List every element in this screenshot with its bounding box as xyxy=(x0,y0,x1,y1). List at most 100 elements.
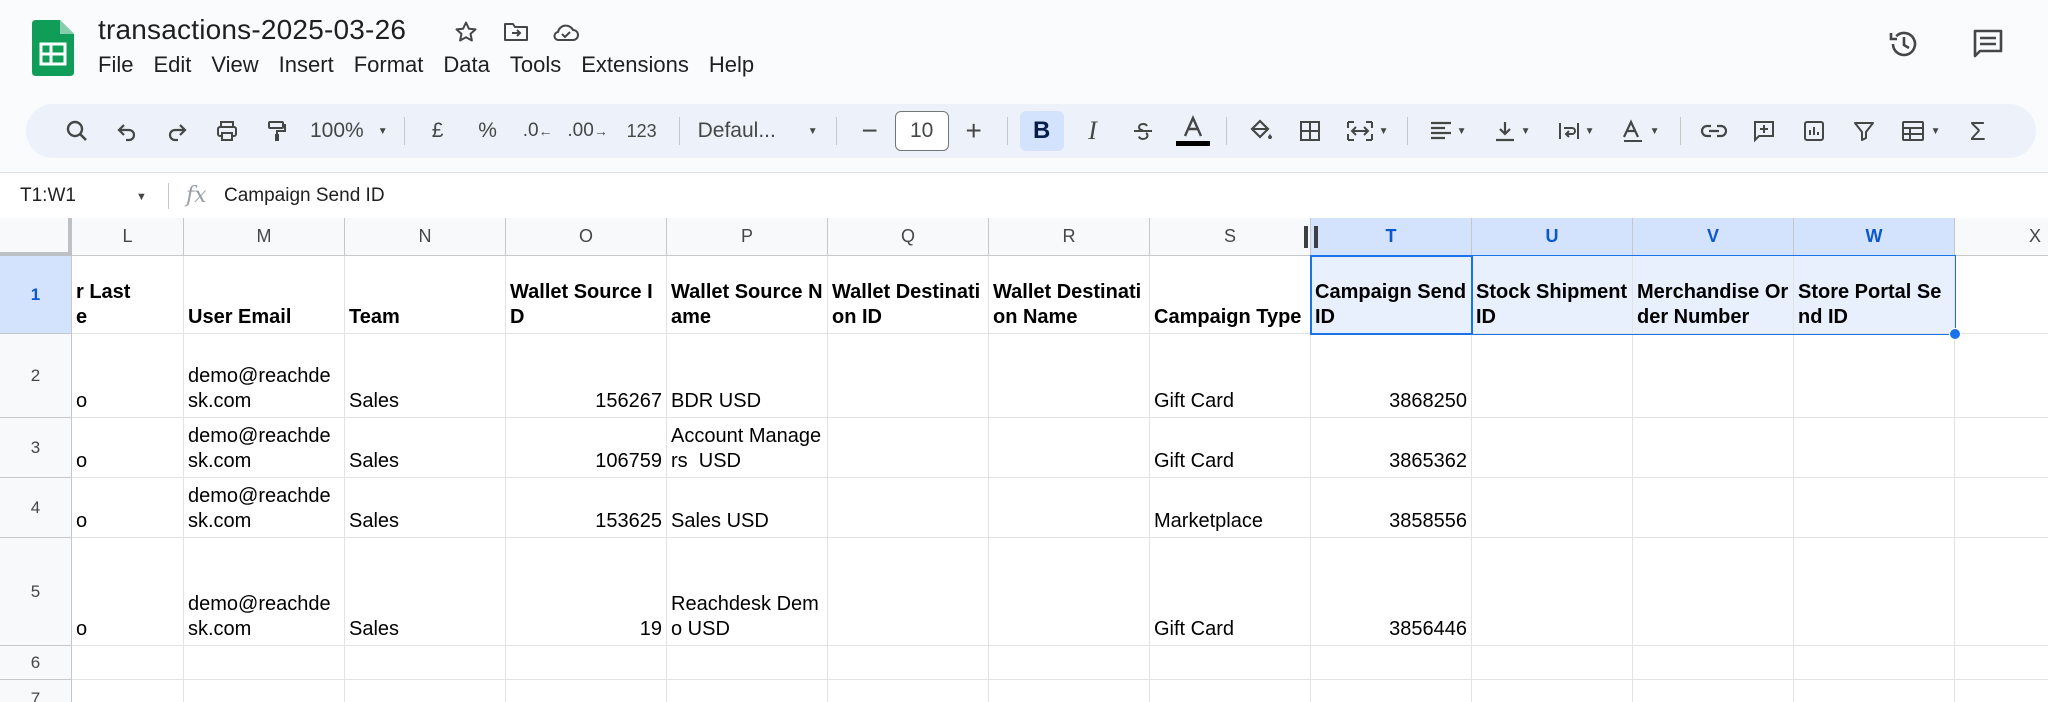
cell-p6[interactable] xyxy=(667,646,828,680)
cell-x5[interactable] xyxy=(1955,538,2048,646)
horizontal-align-icon[interactable]: ▼ xyxy=(1420,111,1476,151)
cell-n7[interactable] xyxy=(345,680,506,702)
cell-t5[interactable]: 3856446 xyxy=(1311,538,1472,646)
cell-w5[interactable] xyxy=(1794,538,1955,646)
column-header-w[interactable]: W xyxy=(1794,218,1955,256)
cloud-saved-icon[interactable] xyxy=(552,18,580,46)
cell-m6[interactable] xyxy=(184,646,345,680)
row-header-7[interactable]: 7 xyxy=(0,680,72,702)
search-menus-icon[interactable] xyxy=(56,111,98,151)
row-header-2[interactable]: 2 xyxy=(0,334,72,418)
cell-t1[interactable]: Campaign Send ID xyxy=(1311,256,1472,334)
cell-q1[interactable]: Wallet Destination ID xyxy=(828,256,989,334)
cell-u2[interactable] xyxy=(1472,334,1633,418)
cell-x4[interactable] xyxy=(1955,478,2048,538)
cell-p3[interactable]: Account Managers USD xyxy=(667,418,828,478)
cell-u3[interactable] xyxy=(1472,418,1633,478)
cell-v4[interactable] xyxy=(1633,478,1794,538)
cell-n5[interactable]: Sales xyxy=(345,538,506,646)
cell-u5[interactable] xyxy=(1472,538,1633,646)
cell-x2[interactable] xyxy=(1955,334,2048,418)
cell-n6[interactable] xyxy=(345,646,506,680)
row-header-4[interactable]: 4 xyxy=(0,478,72,538)
text-rotation-icon[interactable]: ▼ xyxy=(1612,111,1668,151)
cell-s6[interactable] xyxy=(1150,646,1311,680)
insert-chart-icon[interactable] xyxy=(1793,111,1835,151)
cell-o7[interactable] xyxy=(506,680,667,702)
cell-o1[interactable]: Wallet Source ID xyxy=(506,256,667,334)
font-size-input[interactable]: 10 xyxy=(894,111,949,151)
print-icon[interactable] xyxy=(206,111,248,151)
insert-link-icon[interactable] xyxy=(1693,111,1735,151)
menu-edit[interactable]: Edit xyxy=(143,52,201,78)
vertical-align-icon[interactable]: ▼ xyxy=(1484,111,1540,151)
cell-n2[interactable]: Sales xyxy=(345,334,506,418)
column-header-x[interactable]: X xyxy=(1955,218,2048,256)
fill-color-icon[interactable] xyxy=(1239,111,1281,151)
text-color-icon[interactable] xyxy=(1172,111,1214,151)
cell-v2[interactable] xyxy=(1633,334,1794,418)
cell-p1[interactable]: Wallet Source Name xyxy=(667,256,828,334)
cell-q3[interactable] xyxy=(828,418,989,478)
cell-l7[interactable] xyxy=(72,680,184,702)
strikethrough-icon[interactable] xyxy=(1122,111,1164,151)
cell-q7[interactable] xyxy=(828,680,989,702)
filter-views-icon[interactable]: ▼ xyxy=(1893,111,1949,151)
column-header-v[interactable]: V xyxy=(1633,218,1794,256)
row-header-6[interactable]: 6 xyxy=(0,646,72,680)
functions-icon[interactable]: Σ xyxy=(1957,111,1999,151)
cell-x7[interactable] xyxy=(1955,680,2048,702)
cell-l4[interactable]: o xyxy=(72,478,184,538)
cell-r3[interactable] xyxy=(989,418,1150,478)
row-header-3[interactable]: 3 xyxy=(0,418,72,478)
cell-w4[interactable] xyxy=(1794,478,1955,538)
cell-s4[interactable]: Marketplace xyxy=(1150,478,1311,538)
cell-n4[interactable]: Sales xyxy=(345,478,506,538)
font-family-select[interactable]: Defaul... ▼ xyxy=(688,111,828,151)
name-box[interactable]: T1:W1 xyxy=(20,185,76,207)
italic-button[interactable]: I xyxy=(1072,111,1114,151)
cell-t3[interactable]: 3865362 xyxy=(1311,418,1472,478)
row-header-5[interactable]: 5 xyxy=(0,538,72,646)
paint-format-icon[interactable] xyxy=(256,111,298,151)
decrease-font-size-button[interactable]: − xyxy=(849,111,891,151)
cell-r2[interactable] xyxy=(989,334,1150,418)
text-wrapping-icon[interactable]: ▼ xyxy=(1548,111,1604,151)
cell-l5[interactable]: o xyxy=(72,538,184,646)
cell-u6[interactable] xyxy=(1472,646,1633,680)
cell-t4[interactable]: 3858556 xyxy=(1311,478,1472,538)
version-history-icon[interactable] xyxy=(1884,24,1924,64)
cell-w3[interactable] xyxy=(1794,418,1955,478)
cell-x6[interactable] xyxy=(1955,646,2048,680)
cell-n1[interactable]: Team xyxy=(345,256,506,334)
cell-m3[interactable]: demo@reachdesk.com xyxy=(184,418,345,478)
column-header-u[interactable]: U xyxy=(1472,218,1633,256)
cell-o5[interactable]: 19 xyxy=(506,538,667,646)
cell-t7[interactable] xyxy=(1311,680,1472,702)
menu-file[interactable]: File xyxy=(98,52,143,78)
cell-q5[interactable] xyxy=(828,538,989,646)
cell-v6[interactable] xyxy=(1633,646,1794,680)
borders-icon[interactable] xyxy=(1289,111,1331,151)
menu-insert[interactable]: Insert xyxy=(269,52,344,78)
cell-p7[interactable] xyxy=(667,680,828,702)
cell-r1[interactable]: Wallet Destination Name xyxy=(989,256,1150,334)
cell-s2[interactable]: Gift Card xyxy=(1150,334,1311,418)
cell-u4[interactable] xyxy=(1472,478,1633,538)
cell-s3[interactable]: Gift Card xyxy=(1150,418,1311,478)
column-header-q[interactable]: Q xyxy=(828,218,989,256)
star-icon[interactable] xyxy=(452,18,480,46)
column-header-l[interactable]: L xyxy=(72,218,184,256)
cell-t2[interactable]: 3868250 xyxy=(1311,334,1472,418)
menu-data[interactable]: Data xyxy=(433,52,499,78)
bold-button[interactable]: B xyxy=(1019,111,1064,151)
cell-n3[interactable]: Sales xyxy=(345,418,506,478)
cell-p5[interactable]: Reachdesk Demo USD xyxy=(667,538,828,646)
cell-l6[interactable] xyxy=(72,646,184,680)
cell-p2[interactable]: BDR USD xyxy=(667,334,828,418)
chevron-down-icon[interactable]: ▼ xyxy=(136,191,147,203)
menu-format[interactable]: Format xyxy=(344,52,434,78)
currency-format-button[interactable]: £ xyxy=(417,111,459,151)
cell-v5[interactable] xyxy=(1633,538,1794,646)
fill-handle[interactable] xyxy=(1949,328,1961,340)
